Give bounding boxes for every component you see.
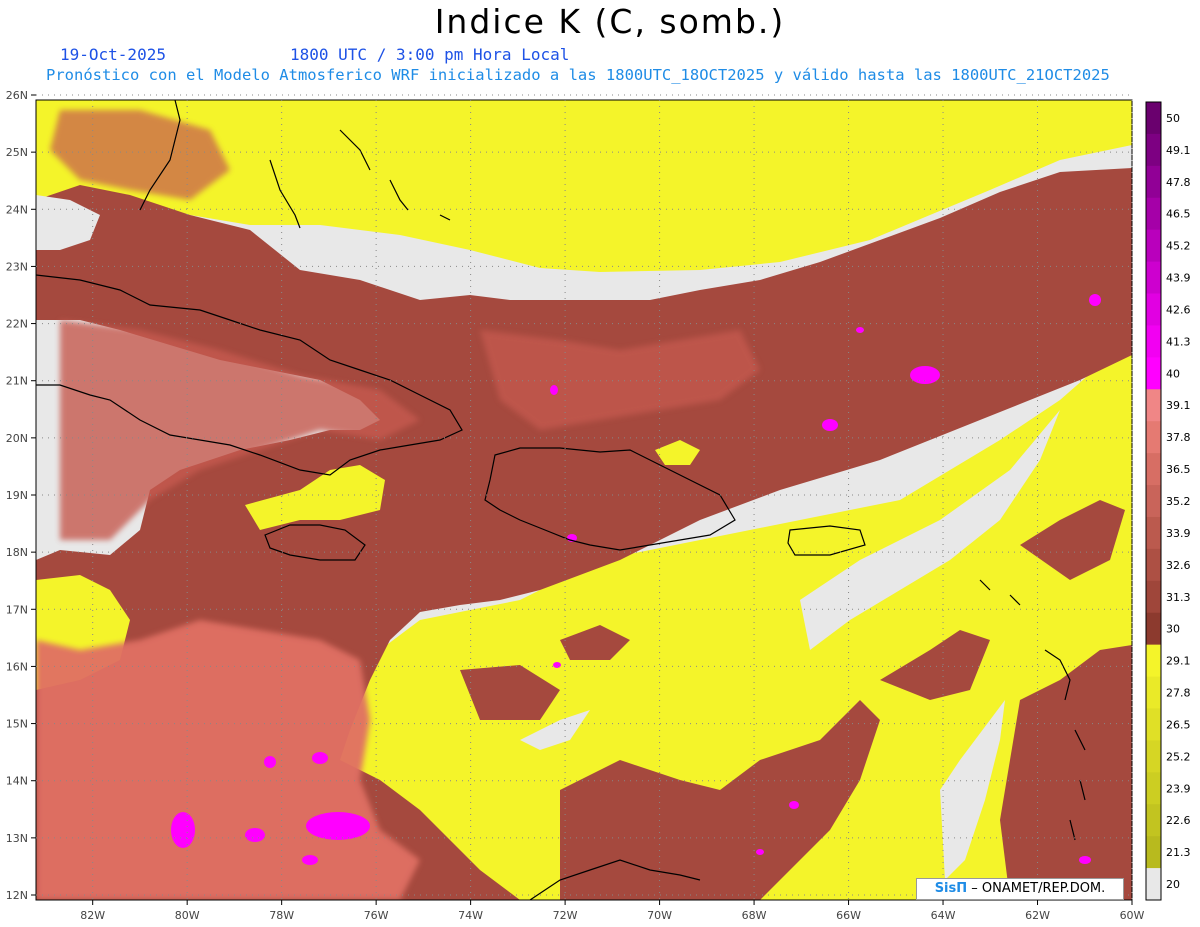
colorbar-swatch	[1146, 261, 1161, 295]
lat-label: 12N	[6, 889, 28, 902]
lat-label: 15N	[6, 718, 28, 731]
colorbar-label: 49.1	[1166, 144, 1191, 157]
colorbar-swatch	[1146, 516, 1161, 550]
lon-label: 68W	[742, 909, 767, 922]
colorbar-label: 35.2	[1166, 495, 1191, 508]
colorbar-swatch	[1146, 197, 1161, 231]
colorbar-label: 32.6	[1166, 559, 1191, 572]
colorbar-swatch	[1146, 772, 1161, 805]
colorbar-label: 37.8	[1166, 431, 1191, 444]
colorbar-label: 25.2	[1166, 750, 1191, 763]
colorbar-swatch	[1146, 389, 1161, 422]
colorbar-swatch	[1146, 644, 1161, 678]
colorbar-label: 22.6	[1166, 814, 1191, 827]
colorbar-swatch	[1146, 708, 1161, 741]
colorbar-swatch	[1146, 325, 1161, 358]
colorbar-swatch	[1146, 357, 1161, 390]
colorbar-swatch	[1146, 740, 1161, 773]
colorbar-label: 23.9	[1166, 782, 1191, 795]
colorbar-swatch	[1146, 836, 1161, 869]
lat-label: 25N	[6, 146, 28, 159]
lon-label: 78W	[269, 909, 294, 922]
colorbar-swatch	[1146, 293, 1161, 326]
colorbar-label: 30	[1166, 623, 1180, 636]
sispi-logo: SisΠ	[934, 881, 968, 896]
lon-label: 60W	[1120, 909, 1145, 922]
lat-label: 24N	[6, 203, 28, 216]
map-canvas: 26N 25N 24N 23N 22N 21N 20N 19N 18N 17N 16N 15N 14N 1…	[6, 89, 1191, 922]
lat-label: 13N	[6, 832, 28, 845]
lat-label: 26N	[6, 89, 28, 102]
colorbar-swatch	[1146, 868, 1161, 901]
lon-label: 76W	[364, 909, 389, 922]
colorbar-label: 45.2	[1166, 240, 1191, 253]
colorbar-swatch	[1146, 548, 1161, 582]
colorbar-label: 43.9	[1166, 272, 1191, 285]
colorbar-label: 40	[1166, 367, 1180, 380]
lon-label: 62W	[1025, 909, 1050, 922]
colorbar-swatch	[1146, 165, 1161, 199]
lat-label: 14N	[6, 775, 28, 788]
lon-label: 80W	[175, 909, 200, 922]
lon-label: 82W	[80, 909, 105, 922]
lat-label: 23N	[6, 260, 28, 273]
lat-label: 22N	[6, 318, 28, 331]
colorbar-label: 20	[1166, 878, 1180, 891]
colorbar-label: 41.3	[1166, 335, 1191, 348]
colorbar-swatch	[1146, 485, 1161, 518]
colorbar-label: 29.1	[1166, 655, 1191, 668]
lat-label: 16N	[6, 660, 28, 673]
colorbar-label: 26.5	[1166, 718, 1191, 731]
colorbar-swatch	[1146, 612, 1161, 646]
k-index-field	[36, 100, 1132, 900]
credit-box: SisΠ – ONAMET/REP.DOM.	[916, 878, 1124, 900]
lat-label: 21N	[6, 375, 28, 388]
lon-label: 64W	[931, 909, 956, 922]
colorbar-label: 42.6	[1166, 303, 1191, 316]
colorbar-swatch	[1146, 229, 1161, 263]
lat-label: 18N	[6, 546, 28, 559]
lon-label: 74W	[458, 909, 483, 922]
colorbar-label: 39.1	[1166, 399, 1191, 412]
colorbar-swatch	[1146, 133, 1161, 167]
colorbar-label: 50	[1166, 112, 1180, 125]
colorbar-swatch	[1146, 580, 1161, 614]
lon-label: 72W	[553, 909, 578, 922]
lat-label: 19N	[6, 489, 28, 502]
lat-label: 20N	[6, 432, 28, 445]
colorbar-label: 36.5	[1166, 463, 1191, 476]
colorbar-swatch	[1146, 676, 1161, 709]
colorbar-label: 27.8	[1166, 687, 1191, 700]
colorbar-label: 21.3	[1166, 846, 1191, 859]
colorbar-swatch	[1146, 421, 1161, 454]
colorbar-swatch	[1146, 102, 1161, 135]
colorbar-label: 47.8	[1166, 176, 1191, 189]
colorbar-label: 31.3	[1166, 591, 1191, 604]
colorbar-label: 33.9	[1166, 527, 1191, 540]
lon-label: 70W	[647, 909, 672, 922]
lat-label: 17N	[6, 603, 28, 616]
credit-text: – ONAMET/REP.DOM.	[971, 881, 1106, 896]
colorbar-swatch	[1146, 804, 1161, 837]
colorbar-swatch	[1146, 453, 1161, 486]
lon-label: 66W	[836, 909, 861, 922]
colorbar: 50 49.1 47.8 46.5 45.2 43.9 42.6 41.3 40 39.1 37.8…	[1145, 101, 1191, 901]
colorbar-label: 46.5	[1166, 208, 1191, 221]
